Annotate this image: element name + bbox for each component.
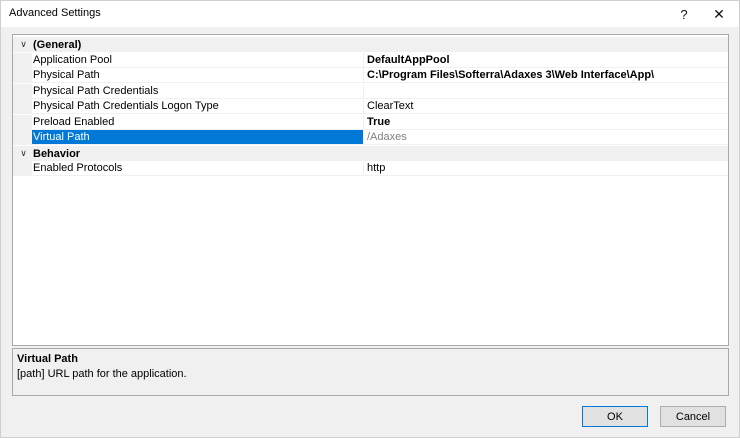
dialog-title: Advanced Settings	[9, 7, 101, 19]
description-panel: Virtual Path [path] URL path for the app…	[12, 348, 729, 396]
row-gutter	[13, 68, 32, 84]
row-gutter	[13, 161, 32, 177]
property-value[interactable]: /Adaxes	[364, 130, 728, 146]
close-icon: ✕	[713, 5, 725, 22]
property-name[interactable]: Application Pool	[32, 53, 363, 68]
property-value[interactable]: True	[364, 115, 728, 130]
help-button[interactable]: ?	[667, 1, 701, 27]
property-name[interactable]: Physical Path Credentials Logon Type	[32, 99, 363, 115]
category-general[interactable]: ∨ (General)	[13, 37, 728, 53]
category-label: (General)	[33, 39, 82, 51]
row-gutter	[13, 114, 32, 130]
property-name[interactable]: Physical Path	[32, 68, 363, 84]
chevron-down-icon[interactable]: ∨	[18, 39, 29, 50]
property-value[interactable]: ClearText	[364, 99, 728, 115]
property-value[interactable]: http	[364, 161, 728, 177]
cancel-button[interactable]: Cancel	[660, 406, 726, 427]
property-row-preload-enabled[interactable]: Preload Enabled True	[13, 114, 728, 130]
close-button[interactable]: ✕	[702, 1, 736, 27]
description-text: [path] URL path for the application.	[17, 368, 187, 380]
help-icon: ?	[680, 6, 688, 22]
category-behavior[interactable]: ∨ Behavior	[13, 145, 728, 161]
row-gutter	[13, 83, 32, 99]
property-name[interactable]: Preload Enabled	[32, 115, 363, 130]
property-row-logon-type[interactable]: Physical Path Credentials Logon Type Cle…	[13, 99, 728, 115]
property-name[interactable]: Virtual Path	[32, 130, 363, 146]
property-row-physical-path[interactable]: Physical Path C:\Program Files\Softerra\…	[13, 68, 728, 84]
property-row-enabled-protocols[interactable]: Enabled Protocols http	[13, 161, 728, 177]
row-gutter	[13, 99, 32, 115]
ok-button[interactable]: OK	[582, 406, 648, 427]
row-gutter	[13, 130, 32, 146]
category-label: Behavior	[33, 147, 81, 160]
property-value[interactable]: DefaultAppPool	[364, 53, 728, 68]
chevron-down-icon[interactable]: ∨	[18, 148, 29, 159]
advanced-settings-dialog: Advanced Settings ? ✕ ∨ (General) Applic…	[0, 0, 740, 438]
property-name[interactable]: Enabled Protocols	[32, 161, 363, 177]
title-bar: Advanced Settings ? ✕	[1, 1, 739, 27]
property-name[interactable]: Physical Path Credentials	[32, 84, 363, 99]
property-value[interactable]: C:\Program Files\Softerra\Adaxes 3\Web I…	[364, 68, 728, 84]
row-gutter	[13, 52, 32, 68]
property-grid: ∨ (General) Application Pool DefaultAppP…	[12, 34, 729, 346]
property-value[interactable]	[364, 84, 728, 99]
property-row-application-pool[interactable]: Application Pool DefaultAppPool	[13, 52, 728, 68]
description-title: Virtual Path	[17, 353, 78, 365]
property-row-virtual-path[interactable]: Virtual Path /Adaxes	[13, 130, 728, 146]
property-row-physical-path-credentials[interactable]: Physical Path Credentials	[13, 83, 728, 99]
